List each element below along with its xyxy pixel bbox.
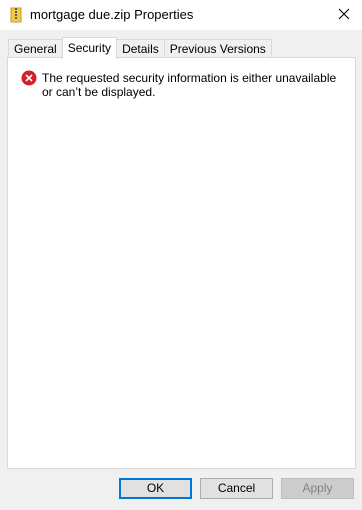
window-title: mortgage due.zip Properties [30,7,194,22]
close-button[interactable] [326,0,362,30]
close-icon [338,8,350,23]
tab-previous-versions[interactable]: Previous Versions [163,39,272,58]
tab-details[interactable]: Details [116,39,165,58]
title-bar[interactable]: mortgage due.zip Properties [0,0,362,30]
properties-dialog: mortgage due.zip Properties General Secu… [0,0,362,510]
tab-general[interactable]: General [8,39,63,58]
zip-folder-icon [10,7,22,23]
cancel-button[interactable]: Cancel [200,478,273,499]
error-icon [21,70,37,86]
tab-strip: General Security Details Previous Versio… [8,37,272,59]
apply-button[interactable]: Apply [281,478,354,499]
error-message: The requested security information is ei… [42,71,337,99]
tab-security[interactable]: Security [61,37,118,59]
security-tab-panel: The requested security information is ei… [7,57,356,469]
ok-button[interactable]: OK [119,478,192,499]
